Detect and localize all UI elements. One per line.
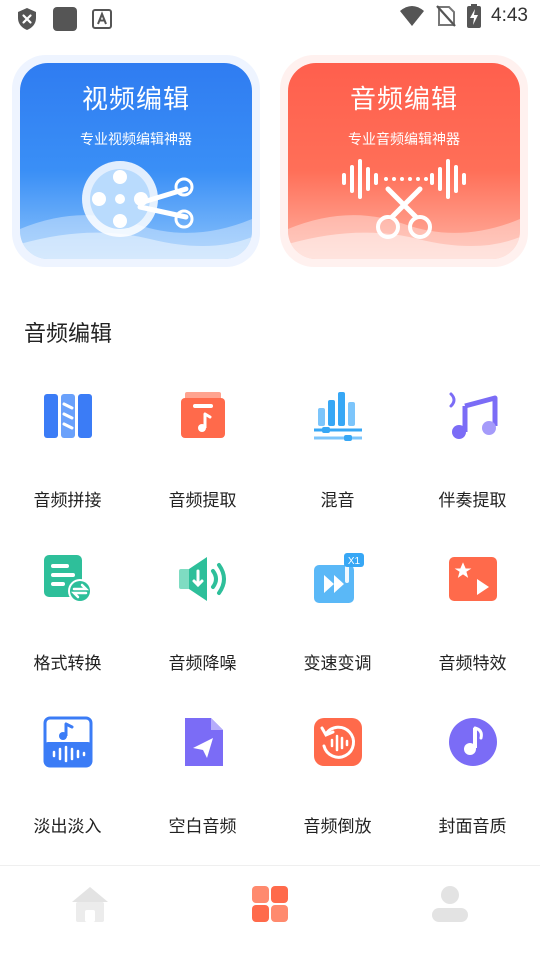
tool-blank-audio[interactable]: 空白音频 [135,706,270,856]
status-time: 4:43 [491,5,528,26]
app-square-icon [53,7,77,31]
bottom-nav [0,865,540,960]
grid-icon [252,886,288,922]
profile-icon [432,886,468,922]
audio-splice-icon [44,394,92,438]
tool-format-convert[interactable]: 格式转换 [0,543,135,693]
shield-x-icon [18,8,36,30]
tool-label: 混音 [320,491,355,511]
audio-effect-icon [449,557,497,601]
video-edit-title: 视频编辑 [81,85,190,115]
audio-edit-title: 音频编辑 [349,85,458,115]
no-sim-icon [436,5,456,27]
tool-label: 音频倒放 [303,817,372,837]
tool-label: 音频提取 [168,491,237,511]
audio-reverse-icon [314,718,362,766]
tool-label: 空白音频 [168,817,237,837]
tool-label: 格式转换 [33,654,102,674]
tool-mixer[interactable]: 混音 [270,380,405,530]
tool-label: 伴奏提取 [438,491,507,511]
blank-audio-icon [185,718,223,766]
nav-home[interactable] [70,884,110,924]
tool-audio-effect[interactable]: 音频特效 [405,543,540,693]
tool-accompaniment[interactable]: 伴奏提取 [405,380,540,530]
film-reel-scissors-icon [82,161,194,237]
video-edit-card-wrap: 视频编辑 专业视频编辑神器 [12,55,260,267]
format-convert-icon [44,555,92,603]
status-bar: 4:43 [0,0,540,38]
tool-label: 封面音质 [438,817,507,837]
music-note-icon [449,392,498,439]
tool-label: 音频拼接 [33,491,102,511]
tool-label: 变速变调 [303,654,372,674]
wifi-icon [400,6,425,26]
battery-charging-icon [467,4,482,28]
tool-audio-splice[interactable]: 音频拼接 [0,380,135,530]
fade-in-out-icon [43,716,93,768]
tool-label: 音频降噪 [168,654,237,674]
audio-edit-subtitle: 专业音频编辑神器 [348,132,460,148]
audio-edit-card-wrap: 音频编辑 专业音频编辑神器 [280,55,528,267]
nav-profile[interactable] [430,884,470,924]
video-edit-subtitle: 专业视频编辑神器 [80,132,192,148]
home-icon [72,887,108,922]
audio-edit-card[interactable]: 音频编辑 专业音频编辑神器 [288,63,520,259]
cover-quality-icon [449,718,497,766]
speed-change-icon: X1 [314,553,364,603]
tool-audio-extract[interactable]: 音频提取 [135,380,270,530]
svg-text:X1: X1 [348,556,361,567]
tool-audio-reverse[interactable]: 音频倒放 [270,706,405,856]
tool-audio-denoise[interactable]: 音频降噪 [135,543,270,693]
mixer-icon [314,392,362,441]
tool-cover-quality[interactable]: 封面音质 [405,706,540,856]
font-a-icon [92,9,112,29]
section-title: 音频编辑 [24,322,113,347]
tool-label: 淡出淡入 [33,817,102,837]
waveform-scissors-icon [342,159,466,239]
nav-grid[interactable] [250,884,290,924]
tool-label: 音频特效 [438,654,507,674]
tool-fade-in-out[interactable]: 淡出淡入 [0,706,135,856]
speaker-denoise-icon [179,557,226,601]
tool-speed-change[interactable]: X1 变速变调 [270,543,405,693]
video-edit-card[interactable]: 视频编辑 专业视频编辑神器 [20,63,252,259]
audio-extract-icon [181,392,225,438]
